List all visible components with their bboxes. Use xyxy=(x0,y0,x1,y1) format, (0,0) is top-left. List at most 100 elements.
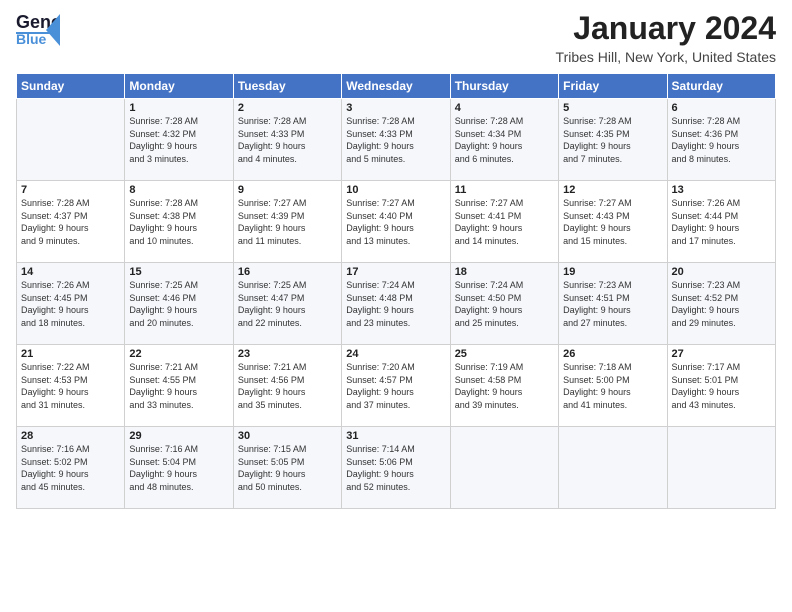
calendar-cell: 4Sunrise: 7:28 AM Sunset: 4:34 PM Daylig… xyxy=(450,99,558,181)
calendar-cell xyxy=(667,427,775,509)
day-info: Sunrise: 7:24 AM Sunset: 4:50 PM Dayligh… xyxy=(455,279,554,329)
day-info: Sunrise: 7:19 AM Sunset: 4:58 PM Dayligh… xyxy=(455,361,554,411)
day-number: 6 xyxy=(672,102,771,114)
calendar-cell: 15Sunrise: 7:25 AM Sunset: 4:46 PM Dayli… xyxy=(125,263,233,345)
calendar-cell xyxy=(17,99,125,181)
calendar-cell: 28Sunrise: 7:16 AM Sunset: 5:02 PM Dayli… xyxy=(17,427,125,509)
calendar-cell: 14Sunrise: 7:26 AM Sunset: 4:45 PM Dayli… xyxy=(17,263,125,345)
calendar-cell: 26Sunrise: 7:18 AM Sunset: 5:00 PM Dayli… xyxy=(559,345,667,427)
month-title: January 2024 xyxy=(556,10,776,47)
location: Tribes Hill, New York, United States xyxy=(556,49,776,65)
calendar-week-3: 14Sunrise: 7:26 AM Sunset: 4:45 PM Dayli… xyxy=(17,263,776,345)
day-number: 1 xyxy=(129,102,228,114)
day-number: 26 xyxy=(563,348,662,360)
day-info: Sunrise: 7:21 AM Sunset: 4:55 PM Dayligh… xyxy=(129,361,228,411)
header-tuesday: Tuesday xyxy=(233,74,341,99)
day-info: Sunrise: 7:21 AM Sunset: 4:56 PM Dayligh… xyxy=(238,361,337,411)
day-info: Sunrise: 7:27 AM Sunset: 4:43 PM Dayligh… xyxy=(563,197,662,247)
day-info: Sunrise: 7:27 AM Sunset: 4:41 PM Dayligh… xyxy=(455,197,554,247)
calendar-week-1: 1Sunrise: 7:28 AM Sunset: 4:32 PM Daylig… xyxy=(17,99,776,181)
calendar-week-5: 28Sunrise: 7:16 AM Sunset: 5:02 PM Dayli… xyxy=(17,427,776,509)
day-info: Sunrise: 7:28 AM Sunset: 4:33 PM Dayligh… xyxy=(346,115,445,165)
calendar-cell: 5Sunrise: 7:28 AM Sunset: 4:35 PM Daylig… xyxy=(559,99,667,181)
calendar-cell: 19Sunrise: 7:23 AM Sunset: 4:51 PM Dayli… xyxy=(559,263,667,345)
day-info: Sunrise: 7:14 AM Sunset: 5:06 PM Dayligh… xyxy=(346,443,445,493)
logo-icon: General Blue xyxy=(16,10,60,46)
calendar-cell: 23Sunrise: 7:21 AM Sunset: 4:56 PM Dayli… xyxy=(233,345,341,427)
calendar-cell: 27Sunrise: 7:17 AM Sunset: 5:01 PM Dayli… xyxy=(667,345,775,427)
day-info: Sunrise: 7:17 AM Sunset: 5:01 PM Dayligh… xyxy=(672,361,771,411)
calendar-cell: 21Sunrise: 7:22 AM Sunset: 4:53 PM Dayli… xyxy=(17,345,125,427)
day-number: 4 xyxy=(455,102,554,114)
calendar-cell: 24Sunrise: 7:20 AM Sunset: 4:57 PM Dayli… xyxy=(342,345,450,427)
day-number: 5 xyxy=(563,102,662,114)
day-number: 14 xyxy=(21,266,120,278)
day-info: Sunrise: 7:15 AM Sunset: 5:05 PM Dayligh… xyxy=(238,443,337,493)
calendar-cell: 7Sunrise: 7:28 AM Sunset: 4:37 PM Daylig… xyxy=(17,181,125,263)
calendar-cell: 1Sunrise: 7:28 AM Sunset: 4:32 PM Daylig… xyxy=(125,99,233,181)
day-info: Sunrise: 7:25 AM Sunset: 4:46 PM Dayligh… xyxy=(129,279,228,329)
calendar-cell: 30Sunrise: 7:15 AM Sunset: 5:05 PM Dayli… xyxy=(233,427,341,509)
day-info: Sunrise: 7:26 AM Sunset: 4:44 PM Dayligh… xyxy=(672,197,771,247)
calendar-table: Sunday Monday Tuesday Wednesday Thursday… xyxy=(16,73,776,509)
day-number: 10 xyxy=(346,184,445,196)
header-saturday: Saturday xyxy=(667,74,775,99)
day-number: 24 xyxy=(346,348,445,360)
day-info: Sunrise: 7:16 AM Sunset: 5:02 PM Dayligh… xyxy=(21,443,120,493)
day-info: Sunrise: 7:22 AM Sunset: 4:53 PM Dayligh… xyxy=(21,361,120,411)
calendar-cell: 9Sunrise: 7:27 AM Sunset: 4:39 PM Daylig… xyxy=(233,181,341,263)
day-info: Sunrise: 7:28 AM Sunset: 4:38 PM Dayligh… xyxy=(129,197,228,247)
day-number: 31 xyxy=(346,430,445,442)
calendar-cell: 29Sunrise: 7:16 AM Sunset: 5:04 PM Dayli… xyxy=(125,427,233,509)
day-number: 7 xyxy=(21,184,120,196)
day-number: 12 xyxy=(563,184,662,196)
day-number: 3 xyxy=(346,102,445,114)
day-number: 28 xyxy=(21,430,120,442)
calendar-cell: 3Sunrise: 7:28 AM Sunset: 4:33 PM Daylig… xyxy=(342,99,450,181)
title-area: January 2024 Tribes Hill, New York, Unit… xyxy=(556,10,776,65)
day-number: 22 xyxy=(129,348,228,360)
calendar-cell: 31Sunrise: 7:14 AM Sunset: 5:06 PM Dayli… xyxy=(342,427,450,509)
day-info: Sunrise: 7:25 AM Sunset: 4:47 PM Dayligh… xyxy=(238,279,337,329)
calendar-week-2: 7Sunrise: 7:28 AM Sunset: 4:37 PM Daylig… xyxy=(17,181,776,263)
header-wednesday: Wednesday xyxy=(342,74,450,99)
calendar-cell: 12Sunrise: 7:27 AM Sunset: 4:43 PM Dayli… xyxy=(559,181,667,263)
calendar-cell: 18Sunrise: 7:24 AM Sunset: 4:50 PM Dayli… xyxy=(450,263,558,345)
day-info: Sunrise: 7:23 AM Sunset: 4:51 PM Dayligh… xyxy=(563,279,662,329)
day-number: 13 xyxy=(672,184,771,196)
calendar-week-4: 21Sunrise: 7:22 AM Sunset: 4:53 PM Dayli… xyxy=(17,345,776,427)
day-info: Sunrise: 7:26 AM Sunset: 4:45 PM Dayligh… xyxy=(21,279,120,329)
day-number: 19 xyxy=(563,266,662,278)
calendar-cell: 16Sunrise: 7:25 AM Sunset: 4:47 PM Dayli… xyxy=(233,263,341,345)
calendar-cell: 8Sunrise: 7:28 AM Sunset: 4:38 PM Daylig… xyxy=(125,181,233,263)
day-number: 9 xyxy=(238,184,337,196)
day-info: Sunrise: 7:24 AM Sunset: 4:48 PM Dayligh… xyxy=(346,279,445,329)
day-info: Sunrise: 7:28 AM Sunset: 4:34 PM Dayligh… xyxy=(455,115,554,165)
header-sunday: Sunday xyxy=(17,74,125,99)
day-number: 20 xyxy=(672,266,771,278)
header-friday: Friday xyxy=(559,74,667,99)
day-number: 11 xyxy=(455,184,554,196)
day-info: Sunrise: 7:27 AM Sunset: 4:39 PM Dayligh… xyxy=(238,197,337,247)
header-thursday: Thursday xyxy=(450,74,558,99)
day-number: 27 xyxy=(672,348,771,360)
day-number: 2 xyxy=(238,102,337,114)
calendar-cell: 2Sunrise: 7:28 AM Sunset: 4:33 PM Daylig… xyxy=(233,99,341,181)
day-info: Sunrise: 7:16 AM Sunset: 5:04 PM Dayligh… xyxy=(129,443,228,493)
day-number: 30 xyxy=(238,430,337,442)
day-number: 16 xyxy=(238,266,337,278)
calendar-cell: 25Sunrise: 7:19 AM Sunset: 4:58 PM Dayli… xyxy=(450,345,558,427)
day-number: 23 xyxy=(238,348,337,360)
day-info: Sunrise: 7:28 AM Sunset: 4:37 PM Dayligh… xyxy=(21,197,120,247)
day-number: 25 xyxy=(455,348,554,360)
day-info: Sunrise: 7:27 AM Sunset: 4:40 PM Dayligh… xyxy=(346,197,445,247)
day-info: Sunrise: 7:28 AM Sunset: 4:35 PM Dayligh… xyxy=(563,115,662,165)
calendar-cell: 17Sunrise: 7:24 AM Sunset: 4:48 PM Dayli… xyxy=(342,263,450,345)
day-number: 21 xyxy=(21,348,120,360)
day-info: Sunrise: 7:20 AM Sunset: 4:57 PM Dayligh… xyxy=(346,361,445,411)
calendar-cell xyxy=(450,427,558,509)
days-header-row: Sunday Monday Tuesday Wednesday Thursday… xyxy=(17,74,776,99)
calendar-cell: 11Sunrise: 7:27 AM Sunset: 4:41 PM Dayli… xyxy=(450,181,558,263)
day-info: Sunrise: 7:23 AM Sunset: 4:52 PM Dayligh… xyxy=(672,279,771,329)
page-container: General Blue January 2024 Tribes Hill, N… xyxy=(0,0,792,519)
